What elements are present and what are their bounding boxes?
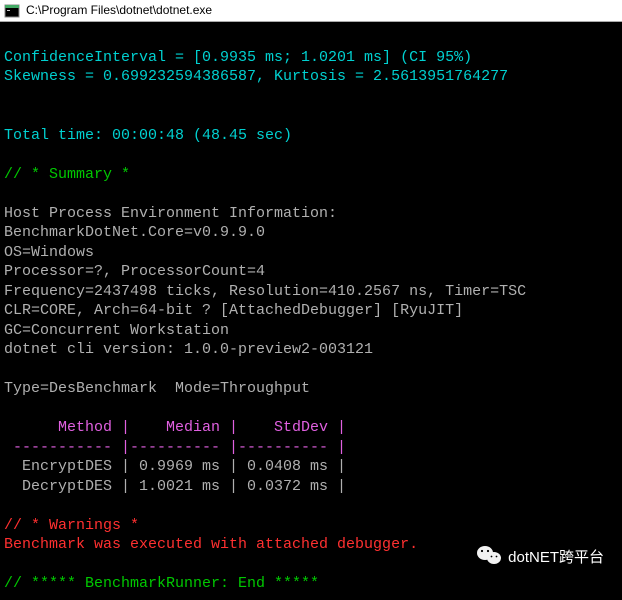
runner-end-line: // ***** BenchmarkRunner: End *****: [4, 575, 319, 592]
host-info-line: Processor=?, ProcessorCount=4: [4, 263, 265, 280]
host-info-line: BenchmarkDotNet.Core=v0.9.9.0: [4, 224, 265, 241]
table-row: EncryptDES | 0.9969 ms | 0.0408 ms |: [4, 458, 346, 475]
confidence-interval-line: ConfidenceInterval = [0.9935 ms; 1.0201 …: [4, 49, 472, 66]
skewness-kurtosis-line: Skewness = 0.699232594386587, Kurtosis =…: [4, 68, 508, 85]
table-header: Method | Median | StdDev |: [4, 419, 346, 436]
host-info-line: CLR=CORE, Arch=64-bit ? [AttachedDebugge…: [4, 302, 463, 319]
wechat-icon: [476, 544, 502, 572]
host-info-line: OS=Windows: [4, 244, 94, 261]
warnings-header: // * Warnings *: [4, 517, 139, 534]
type-mode-line: Type=DesBenchmark Mode=Throughput: [4, 380, 328, 397]
watermark: dotNET跨平台: [476, 544, 604, 572]
host-info-line: Frequency=2437498 ticks, Resolution=410.…: [4, 283, 526, 300]
host-info-line: Host Process Environment Information:: [4, 205, 337, 222]
host-info-line: GC=Concurrent Workstation: [4, 322, 229, 339]
table-separator: ----------- |---------- |---------- |: [4, 439, 346, 456]
warnings-body: Benchmark was executed with attached deb…: [4, 536, 418, 553]
host-info-line: dotnet cli version: 1.0.0-preview2-00312…: [4, 341, 373, 358]
window-title-bar[interactable]: C:\Program Files\dotnet\dotnet.exe: [0, 0, 622, 22]
app-icon: [4, 3, 20, 19]
window-title: C:\Program Files\dotnet\dotnet.exe: [26, 3, 212, 19]
watermark-text: dotNET跨平台: [508, 548, 604, 568]
summary-header: // * Summary *: [4, 166, 130, 183]
table-row: DecryptDES | 1.0021 ms | 0.0372 ms |: [4, 478, 346, 495]
console-output: ConfidenceInterval = [0.9935 ms; 1.0201 …: [0, 22, 622, 600]
total-time-line: Total time: 00:00:48 (48.45 sec): [4, 127, 292, 144]
